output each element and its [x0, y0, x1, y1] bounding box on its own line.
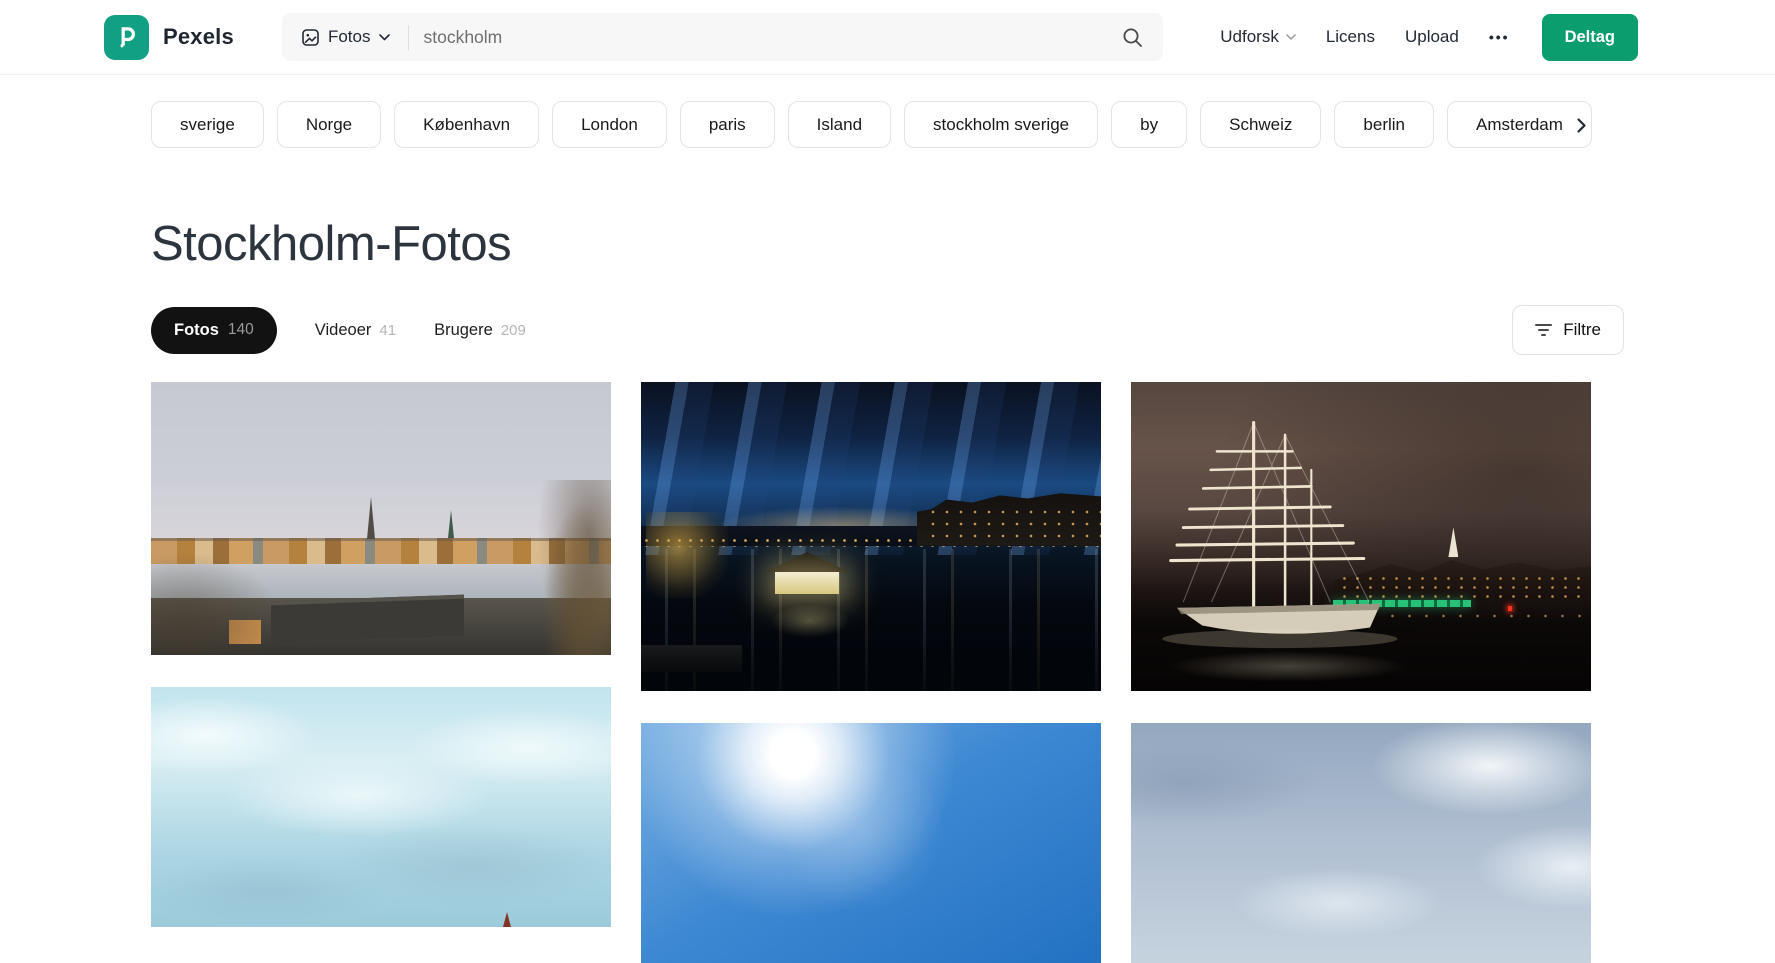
photo-thumbnail[interactable]	[1131, 382, 1591, 691]
photo-thumbnail[interactable]	[151, 382, 611, 655]
nav-explore-label: Udforsk	[1220, 27, 1279, 47]
search-icon	[1122, 27, 1143, 48]
photo-thumbnail[interactable]	[641, 723, 1101, 963]
related-search-pill[interactable]: London	[552, 101, 667, 148]
site-header: Pexels Fotos	[0, 0, 1775, 75]
related-search-pill[interactable]: Island	[788, 101, 891, 148]
search-input[interactable]	[423, 27, 1118, 48]
pexels-logo[interactable]: Pexels	[104, 15, 234, 60]
tab-users-count: 209	[501, 322, 526, 339]
filter-button[interactable]: Filtre	[1512, 305, 1624, 355]
related-searches-track: sverige Norge København London paris Isl…	[151, 101, 1592, 148]
related-search-pill[interactable]: Norge	[277, 101, 381, 148]
tab-users-label: Brugere	[434, 321, 493, 340]
join-button[interactable]: Deltag	[1542, 14, 1638, 61]
related-search-pill[interactable]: stockholm sverige	[904, 101, 1098, 148]
related-search-pill[interactable]: paris	[680, 101, 775, 148]
related-search-pill[interactable]: Schweiz	[1200, 101, 1321, 148]
related-search-pill[interactable]: København	[394, 101, 539, 148]
tab-photos[interactable]: Fotos 140	[151, 307, 277, 354]
image-icon	[302, 29, 319, 46]
tall-ship-illustration	[1154, 404, 1416, 651]
search-divider	[408, 25, 409, 50]
chevron-right-icon[interactable]	[1570, 114, 1592, 136]
related-search-pill[interactable]: by	[1111, 101, 1187, 148]
related-search-pill[interactable]: sverige	[151, 101, 264, 148]
tab-photos-count: 140	[228, 321, 254, 339]
tab-videos-count: 41	[379, 322, 396, 339]
related-searches-row: sverige Norge København London paris Isl…	[151, 101, 1618, 150]
chevron-down-icon	[1286, 34, 1296, 40]
search-bar: Fotos	[282, 13, 1163, 61]
photo-column	[151, 382, 611, 963]
header-nav: Udforsk Licens Upload ••• Deltag	[1220, 14, 1638, 61]
more-menu-ellipsis-icon[interactable]: •••	[1489, 29, 1510, 45]
tab-photos-label: Fotos	[174, 321, 219, 340]
photo-thumbnail[interactable]	[151, 687, 611, 927]
photo-column	[1131, 382, 1591, 963]
results-toolbar: Fotos 140 Videoer 41 Brugere 209 Filtre	[151, 305, 1624, 355]
result-tabs: Fotos 140 Videoer 41 Brugere 209	[151, 307, 526, 354]
page-title: Stockholm-Fotos	[151, 216, 1775, 272]
nav-license-label: Licens	[1326, 27, 1375, 47]
filter-lines-icon	[1535, 324, 1552, 336]
nav-license[interactable]: Licens	[1326, 27, 1375, 47]
photo-column	[641, 382, 1101, 963]
filter-button-label: Filtre	[1563, 320, 1601, 340]
photo-thumbnail[interactable]	[641, 382, 1101, 691]
tab-videos[interactable]: Videoer 41	[315, 321, 396, 340]
chevron-down-icon	[379, 34, 390, 41]
search-category-label: Fotos	[328, 27, 371, 47]
photo-grid	[151, 382, 1624, 963]
search-category-dropdown[interactable]: Fotos	[298, 27, 397, 47]
related-search-pill[interactable]: berlin	[1334, 101, 1434, 148]
search-button[interactable]	[1118, 23, 1147, 52]
nav-upload-label: Upload	[1405, 27, 1459, 47]
pexels-logo-icon	[104, 15, 149, 60]
tab-users[interactable]: Brugere 209	[434, 321, 526, 340]
tab-videos-label: Videoer	[315, 321, 372, 340]
nav-upload[interactable]: Upload	[1405, 27, 1459, 47]
nav-explore[interactable]: Udforsk	[1220, 27, 1296, 47]
logo-wordmark: Pexels	[163, 24, 234, 50]
photo-thumbnail[interactable]	[1131, 723, 1591, 963]
